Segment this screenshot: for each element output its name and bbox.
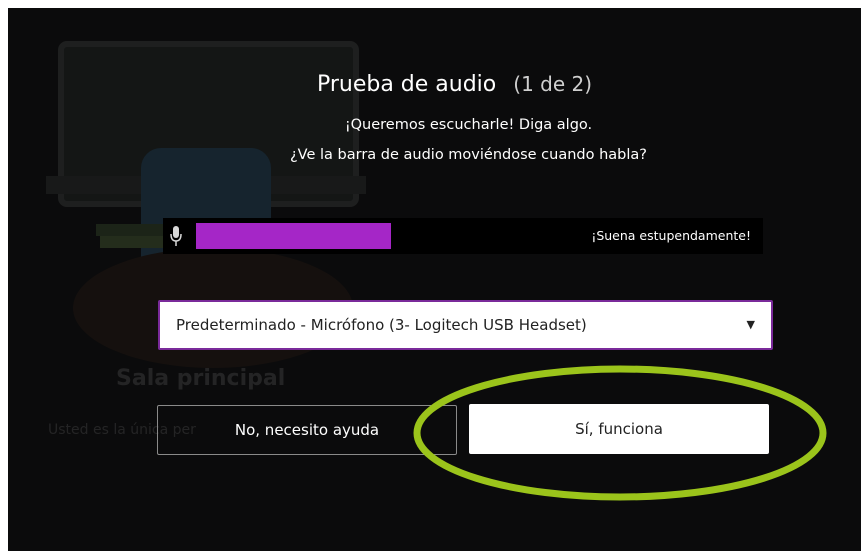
- dialog-title: Prueba de audio: [316, 72, 497, 97]
- dropdown-caret-icon: ▼: [746, 318, 755, 331]
- microphone-icon: [170, 226, 182, 246]
- room-title: Sala principal: [116, 366, 286, 391]
- audio-test-modal: Sala principal Usted es la única per Pru…: [8, 8, 861, 551]
- instruction-line-2: ¿Ve la barra de audio moviéndose cuando …: [289, 147, 647, 163]
- audio-status-text: ¡Suena estupendamente!: [591, 228, 751, 243]
- audio-level-track: [196, 223, 564, 249]
- microphone-select-value: Predeterminado - Micrófono (3- Logitech …: [176, 316, 587, 334]
- audio-level-meter: ¡Suena estupendamente!: [163, 218, 763, 254]
- highlight-ellipse: [413, 365, 827, 501]
- microphone-select[interactable]: Predeterminado - Micrófono (3- Logitech …: [158, 300, 773, 350]
- instruction-line-1: ¡Queremos escucharle! Diga algo.: [344, 117, 593, 133]
- step-indicator: (1 de 2): [513, 72, 593, 96]
- audio-level-bar: [196, 223, 392, 249]
- dialog-title-row: Prueba de audio (1 de 2): [8, 72, 861, 97]
